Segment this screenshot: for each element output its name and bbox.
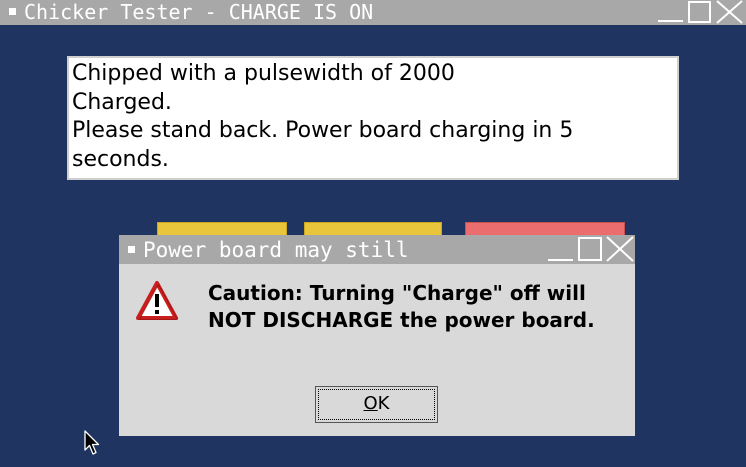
ok-label-rest: K (377, 393, 390, 414)
maximize-icon[interactable] (688, 1, 711, 23)
dialog-title-bar[interactable]: Power board may still (119, 235, 635, 264)
window-title: Chicker Tester - CHARGE IS ON (24, 0, 374, 24)
dialog-maximize-icon[interactable] (578, 237, 602, 261)
window-controls (656, 0, 746, 25)
dialog-message: Caution: Turning "Charge" off will NOT D… (208, 280, 633, 334)
ok-mnemonic: O (363, 393, 378, 414)
status-log: Chipped with a pulsewidth of 2000 Charge… (67, 56, 679, 180)
window-menu-icon[interactable] (9, 8, 16, 15)
close-icon[interactable] (716, 0, 743, 24)
warning-icon (135, 280, 179, 322)
ok-button[interactable]: OK (315, 386, 438, 423)
mouse-cursor-icon (84, 430, 101, 456)
log-line: seconds. (72, 146, 169, 172)
main-title-bar[interactable]: Chicker Tester - CHARGE IS ON (0, 0, 746, 25)
dialog-window-controls (545, 235, 635, 264)
log-line: Charged. (72, 89, 172, 115)
dialog-message-line: NOT DISCHARGE the power board. (208, 308, 595, 332)
dialog-title: Power board may still (143, 238, 409, 262)
warning-dialog: Power board may still Caution: Turning "… (119, 235, 635, 436)
dialog-close-icon[interactable] (606, 236, 634, 262)
dialog-message-line: Caution: Turning "Charge" off will (208, 281, 586, 305)
log-line: Please stand back. Power board charging … (72, 118, 574, 143)
dialog-menu-icon[interactable] (128, 245, 135, 253)
log-line: Chipped with a pulsewidth of 2000 (72, 61, 455, 86)
